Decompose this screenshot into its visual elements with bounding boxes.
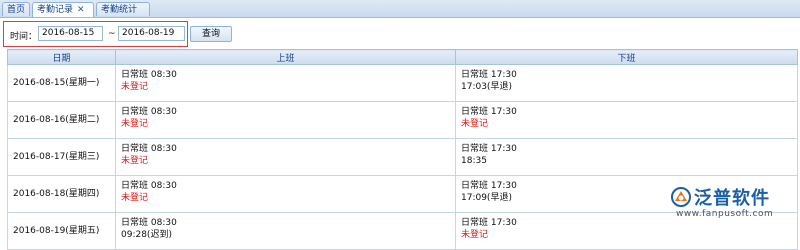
column-header-date[interactable]: 日期 <box>7 49 116 65</box>
table-row[interactable]: 2016-08-15(星期一) 日常班 08:30 未登记 日常班 17:30 17:0… <box>7 64 798 102</box>
date-text: 2016-08-18(星期四) <box>13 189 100 199</box>
off-status-text: 18:35 <box>461 156 487 166</box>
clock-out-cell: 日常班 17:30 17:03(早退) <box>455 64 798 102</box>
date-text: 2016-08-16(星期二) <box>13 115 100 125</box>
tab-label: 考勤记录 <box>37 5 74 15</box>
tab-label: 考勤统计 <box>101 5 138 15</box>
on-status-text: 未登记 <box>121 119 149 129</box>
date-cell: 2016-08-16(星期二) <box>7 101 116 139</box>
date-cell: 2016-08-15(星期一) <box>7 64 116 102</box>
clock-in-cell: 日常班 08:30 未登记 <box>115 64 456 102</box>
off-shift-text: 日常班 17:30 <box>461 70 517 80</box>
on-shift-text: 日常班 08:30 <box>121 70 177 80</box>
table-header-row: 日期 上班 下班 <box>7 49 798 65</box>
date-cell: 2016-08-19(星期五) <box>7 212 116 250</box>
off-status-text: 未登记 <box>461 119 489 129</box>
brand-name: 泛普软件 <box>694 188 770 209</box>
tab-attendance-records[interactable]: 考勤记录 ✕ <box>32 2 94 17</box>
clock-in-cell: 日常班 08:30 未登记 <box>115 101 456 139</box>
date-cell: 2016-08-18(星期四) <box>7 175 116 213</box>
range-separator: ~ <box>108 29 116 39</box>
on-status-text: 09:28(迟到) <box>121 230 172 240</box>
date-text: 2016-08-15(星期一) <box>13 78 100 88</box>
tab-attendance-statistics[interactable]: 考勤统计✕ <box>96 2 150 29</box>
on-shift-text: 日常班 08:30 <box>121 107 177 117</box>
clock-in-cell: 日常班 08:30 09:28(迟到) <box>115 212 456 250</box>
off-status-text: 17:03(早退) <box>461 82 512 92</box>
off-shift-text: 日常班 17:30 <box>461 144 517 154</box>
brand-url: www.fanpusoft.com <box>676 209 774 219</box>
table-row[interactable]: 2016-08-16(星期二) 日常班 08:30 未登记 日常班 17:30 未登记 <box>7 101 798 139</box>
column-header-clock-in[interactable]: 上班 <box>115 49 456 65</box>
close-icon[interactable]: ✕ <box>77 5 85 15</box>
on-shift-text: 日常班 08:30 <box>121 181 177 191</box>
brand-logo-icon <box>671 187 691 207</box>
start-date-input[interactable]: 2016-08-15 <box>38 26 103 41</box>
tab-bar: 首页 考勤记录✕ 考勤统计✕ <box>0 0 800 29</box>
tab-label: 首页 <box>7 5 26 15</box>
date-text: 2016-08-19(星期五) <box>13 226 100 236</box>
time-label: 时间： <box>10 32 38 42</box>
tab-home[interactable]: 首页 <box>2 2 30 16</box>
search-bar: 时间： 2016-08-15 ~ 2016-08-19 查询 <box>0 18 800 48</box>
clock-in-cell: 日常班 08:30 未登记 <box>115 175 456 213</box>
brand-watermark: 泛普软件 www.fanpusoft.com <box>666 182 796 228</box>
clock-out-cell: 日常班 17:30 未登记 <box>455 101 798 139</box>
off-status-text: 未登记 <box>461 230 489 240</box>
start-date-value: 2016-08-15 <box>42 28 95 38</box>
end-date-value: 2016-08-19 <box>122 28 175 38</box>
date-text: 2016-08-17(星期三) <box>13 152 100 162</box>
clock-in-cell: 日常班 08:30 未登记 <box>115 138 456 176</box>
column-header-clock-out[interactable]: 下班 <box>455 49 798 65</box>
on-status-text: 未登记 <box>121 156 149 166</box>
end-date-input[interactable]: 2016-08-19 <box>118 26 185 41</box>
on-shift-text: 日常班 08:30 <box>121 218 177 228</box>
on-shift-text: 日常班 08:30 <box>121 144 177 154</box>
clock-out-cell: 日常班 17:30 18:35 <box>455 138 798 176</box>
on-status-text: 未登记 <box>121 193 149 203</box>
date-cell: 2016-08-17(星期三) <box>7 138 116 176</box>
query-button[interactable]: 查询 <box>190 26 232 42</box>
off-shift-text: 日常班 17:30 <box>461 107 517 117</box>
table-row[interactable]: 2016-08-17(星期三) 日常班 08:30 未登记 日常班 17:30 18:3… <box>7 138 798 176</box>
on-status-text: 未登记 <box>121 82 149 92</box>
